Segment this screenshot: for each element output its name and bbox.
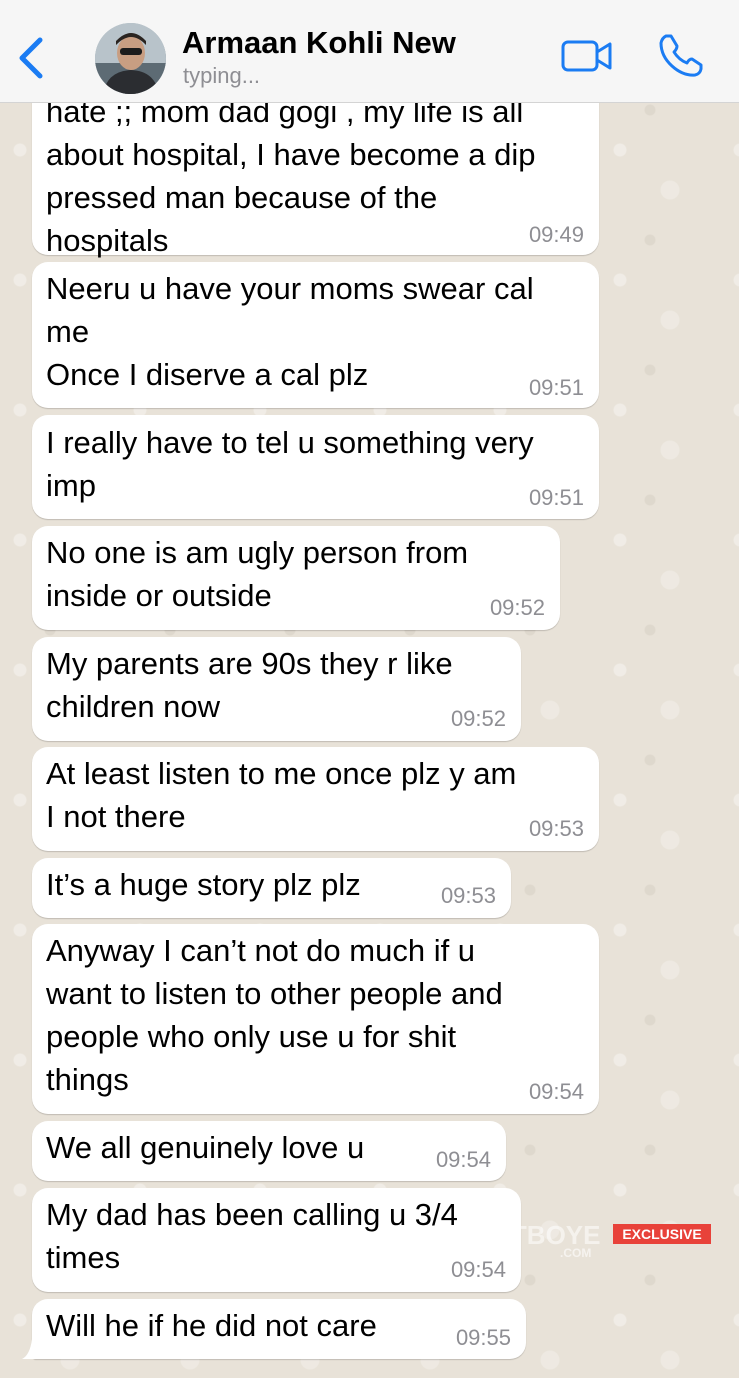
message-bubble[interactable]: My parents are 90s they r like children …: [32, 637, 521, 741]
message-bubble[interactable]: Will he if he did not care 09:55: [32, 1299, 526, 1359]
message-time: 09:52: [450, 706, 506, 731]
message-text: I really have to tel u something very im…: [46, 425, 534, 503]
video-camera-icon[interactable]: [561, 38, 613, 74]
message-time: 09:55: [455, 1325, 511, 1350]
message-bubble[interactable]: Neeru u have your moms swear cal me Once…: [32, 262, 599, 408]
message-time: 09:54: [450, 1257, 506, 1282]
message-text: Neeru u have your moms swear cal me Once…: [46, 271, 534, 392]
message-bubble[interactable]: At least listen to me once plz y am I no…: [32, 747, 599, 851]
message-time: 09:54: [528, 1079, 584, 1104]
message-text: hate ;; mom dad gogi , my life is all ab…: [46, 94, 536, 258]
message-bubble[interactable]: No one is am ugly person from inside or …: [32, 526, 560, 630]
message-text: My dad has been calling u 3/4 times: [46, 1197, 458, 1275]
message-bubble[interactable]: I really have to tel u something very im…: [32, 415, 599, 519]
watermark-brand-sub: .COM: [560, 1246, 592, 1260]
message-text: We all genuinely love u: [46, 1130, 365, 1165]
message-list[interactable]: hate ;; mom dad gogi , my life is all ab…: [0, 0, 739, 1378]
message-text: No one is am ugly person from inside or …: [46, 535, 469, 613]
phone-icon[interactable]: [656, 32, 704, 80]
message-bubble[interactable]: My dad has been calling u 3/4 times 09:5…: [32, 1188, 521, 1292]
typing-status: typing...: [183, 63, 261, 88]
contact-name[interactable]: Armaan Kohli New: [182, 25, 456, 61]
avatar-image: [95, 23, 166, 94]
message-text: Anyway I can’t not do much if u want to …: [46, 933, 503, 1097]
message-time: 09:49: [528, 222, 584, 247]
message-time: 09:51: [528, 485, 584, 510]
exclusive-badge: EXCLUSIVE: [613, 1224, 711, 1244]
avatar[interactable]: [95, 23, 166, 94]
message-time: 09:53: [528, 816, 584, 841]
message-bubble[interactable]: It’s a huge story plz plz 09:53: [32, 858, 511, 918]
chevron-left-icon[interactable]: [14, 36, 48, 80]
message-time: 09:54: [435, 1147, 491, 1172]
message-text: It’s a huge story plz plz: [46, 867, 361, 902]
message-text: Will he if he did not care: [46, 1308, 377, 1343]
message-text: At least listen to me once plz y am I no…: [46, 756, 517, 834]
chat-header: Armaan Kohli New typing...: [0, 0, 739, 103]
message-time: 09:52: [489, 595, 545, 620]
message-time: 09:51: [528, 375, 584, 400]
message-bubble[interactable]: We all genuinely love u 09:54: [32, 1121, 506, 1181]
message-time: 09:53: [440, 883, 496, 908]
message-bubble[interactable]: Anyway I can’t not do much if u want to …: [32, 924, 599, 1114]
bubble-tail: [22, 1339, 42, 1359]
message-text: My parents are 90s they r like children …: [46, 646, 453, 724]
